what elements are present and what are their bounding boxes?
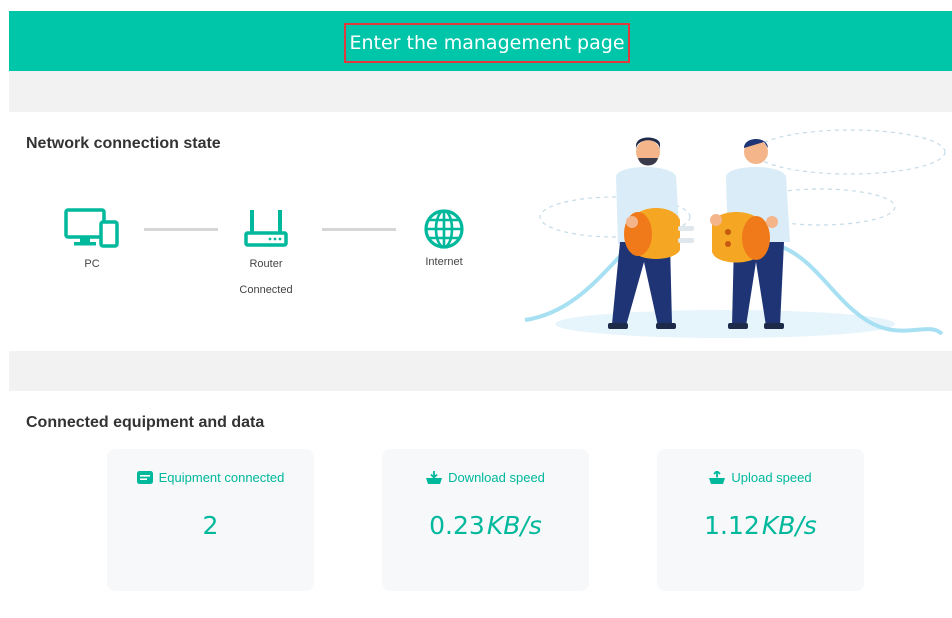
device-icon [136,471,153,484]
divider-band [9,71,952,112]
network-section-title: Network connection state [26,135,221,152]
download-icon [426,471,443,484]
upload-icon [709,471,726,484]
download-speed-unit: KB/s [486,511,542,540]
router-internet-link [322,228,396,231]
download-speed-value: 0.23KB/s [382,511,589,540]
download-speed-card: Download speed 0.23KB/s [382,449,589,591]
router-icon [244,210,288,247]
internet-label: Internet [425,256,463,268]
pc-icon [64,208,119,248]
top-bar: Enter the management page [9,11,952,71]
pc-router-link [144,228,218,231]
equipment-connected-value: 2 [107,511,314,540]
upload-speed-label: Upload speed [731,470,812,485]
router-status: Connected [239,284,293,296]
router-node: Router Connected [236,208,296,296]
pc-node: PC [62,208,122,270]
pc-label: PC [84,258,100,270]
router-label: Router [249,258,283,270]
upload-speed-header: Upload speed [657,470,864,485]
globe-icon [424,209,464,249]
upload-speed-value: 1.12KB/s [657,511,864,540]
upload-speed-number: 1.12 [704,511,760,540]
equipment-connected-card: Equipment connected 2 [107,449,314,591]
upload-speed-card: Upload speed 1.12KB/s [657,449,864,591]
download-speed-label: Download speed [448,470,545,485]
enter-management-button[interactable]: Enter the management page [344,23,630,63]
internet-node: Internet [414,208,474,268]
equipment-connected-number: 2 [202,511,219,540]
upload-speed-unit: KB/s [761,511,817,540]
equipment-connected-label: Equipment connected [158,470,285,485]
equipment-connected-header: Equipment connected [107,470,314,485]
divider-band [9,351,952,391]
equipment-section-title: Connected equipment and data [26,414,265,431]
download-speed-header: Download speed [382,470,589,485]
download-speed-number: 0.23 [429,511,485,540]
people-plugging-cable-illustration [524,129,946,338]
